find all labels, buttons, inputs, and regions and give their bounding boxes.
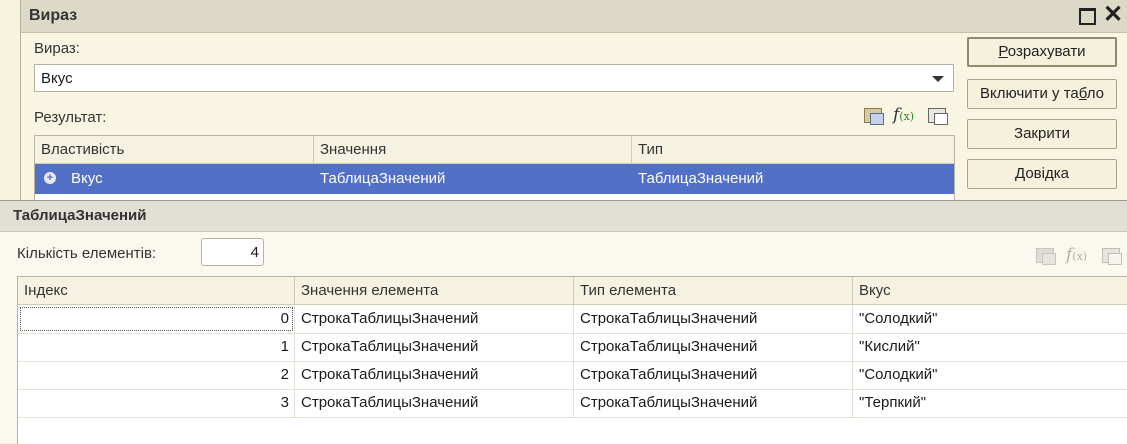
cell-taste: "Кислий"	[859, 338, 920, 355]
cell-element-type: СтрокаТаблицыЗначений	[574, 305, 853, 333]
value-table-titlebar: ТаблицаЗначений	[0, 201, 1127, 232]
cell-taste: "Терпкий"	[859, 394, 927, 411]
expression-window-title: Вираз	[29, 7, 78, 24]
cell-element-value: СтрокаТаблицыЗначений	[295, 333, 574, 361]
chevron-down-icon	[932, 76, 944, 82]
column-header-type[interactable]: Тип	[632, 136, 954, 164]
count-field: 4	[201, 238, 264, 266]
cell-index: 1	[18, 333, 295, 361]
print-icon[interactable]	[925, 105, 949, 127]
close-button[interactable]: Закрити	[967, 119, 1117, 149]
cell-index: 2	[18, 361, 295, 389]
expression-dropdown-button[interactable]	[923, 65, 953, 91]
result-cell-value: ТаблицаЗначений	[320, 170, 446, 187]
column-header-value[interactable]: Значення	[314, 136, 632, 164]
table-row[interactable]: 3 СтрокаТаблицыЗначений СтрокаТаблицыЗна…	[18, 389, 1127, 418]
count-label: Кількість елементів:	[17, 245, 157, 262]
cell-taste: "Солодкий"	[859, 366, 938, 383]
table-row[interactable]: 1 СтрокаТаблицыЗначений СтрокаТаблицыЗна…	[18, 333, 1127, 362]
cell-element-value: СтрокаТаблицыЗначений	[295, 361, 574, 389]
cell-element-type: СтрокаТаблицыЗначений	[574, 333, 853, 361]
result-label: Результат:	[34, 109, 107, 126]
calculate-button[interactable]: Розрахувати	[967, 37, 1117, 67]
maximize-icon[interactable]	[1077, 6, 1097, 26]
cell-index: 3	[18, 389, 295, 417]
cell-element-type: СтрокаТаблицыЗначений	[574, 361, 853, 389]
open-icon	[1033, 245, 1057, 267]
expression-window: Вираз ✕ Вираз: Вкус Результат: f(x) Влас…	[20, 0, 1127, 202]
help-button[interactable]: Довідка	[967, 159, 1117, 189]
column-header-property[interactable]: Властивість	[35, 136, 314, 164]
value-table-window: ТаблицаЗначений Кількість елементів: 4 f…	[0, 200, 1127, 444]
result-cell-property: Вкус	[71, 170, 103, 187]
cell-element-type: СтрокаТаблицыЗначений	[574, 389, 853, 417]
cell-index: 0	[18, 305, 295, 333]
function-icon: f(x)	[1066, 245, 1088, 265]
expression-input[interactable]: Вкус	[34, 64, 954, 92]
expand-plus-icon[interactable]: +	[44, 172, 56, 184]
table-row[interactable]: 2 СтрокаТаблицыЗначений СтрокаТаблицыЗна…	[18, 361, 1127, 390]
cell-element-value: СтрокаТаблицыЗначений	[295, 305, 574, 333]
count-value: 4	[250, 244, 259, 261]
cell-element-value: СтрокаТаблицыЗначений	[295, 389, 574, 417]
table-row[interactable]: 0 СтрокаТаблицыЗначений СтрокаТаблицыЗна…	[18, 305, 1127, 334]
column-header-element-type[interactable]: Тип елемента	[574, 277, 853, 305]
expression-window-titlebar: Вираз ✕	[21, 0, 1127, 33]
result-table[interactable]: Властивість Значення Тип + Вкус ТаблицаЗ…	[34, 135, 955, 202]
value-table-title: ТаблицаЗначений	[13, 207, 147, 224]
result-row-selected[interactable]: + Вкус ТаблицаЗначений ТаблицаЗначений	[35, 164, 954, 194]
print-icon	[1099, 245, 1123, 267]
result-cell-type: ТаблицаЗначений	[638, 170, 764, 187]
background-window-edge	[0, 0, 21, 200]
expression-label: Вираз:	[34, 40, 80, 57]
expression-input-value: Вкус	[41, 70, 73, 87]
add-to-board-button[interactable]: Включити у табло	[967, 79, 1117, 109]
column-header-taste[interactable]: Вкус	[853, 277, 1127, 305]
cell-taste: "Солодкий"	[859, 310, 938, 327]
column-header-index[interactable]: Індекс	[18, 277, 295, 305]
open-icon[interactable]	[861, 105, 885, 127]
column-header-element-value[interactable]: Значення елемента	[295, 277, 574, 305]
close-icon[interactable]: ✕	[1103, 3, 1123, 27]
function-icon[interactable]: f(x)	[893, 105, 917, 127]
value-table[interactable]: Індекс Значення елемента Тип елемента Вк…	[17, 276, 1127, 444]
